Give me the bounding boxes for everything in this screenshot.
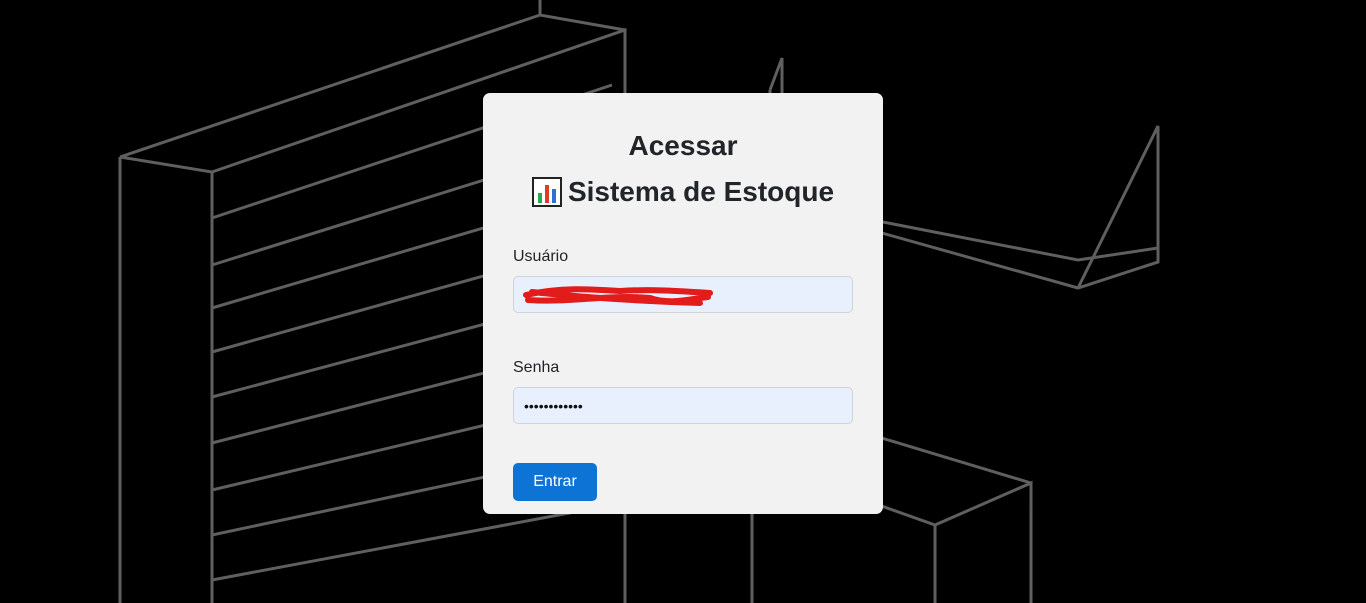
username-label: Usuário bbox=[513, 248, 569, 265]
system-title-text: Sistema de Estoque bbox=[567, 176, 835, 207]
login-card: Acessar Sistema de Estoque Usuário Senha… bbox=[483, 93, 883, 514]
username-input[interactable] bbox=[514, 277, 852, 312]
system-title: Sistema de Estoque bbox=[513, 176, 853, 208]
bar-chart-icon bbox=[531, 177, 562, 207]
password-label: Senha bbox=[513, 359, 560, 376]
password-field[interactable] bbox=[513, 387, 853, 424]
login-title: Acessar bbox=[628, 130, 738, 161]
username-field[interactable] bbox=[513, 276, 853, 313]
login-button[interactable]: Entrar bbox=[513, 463, 597, 501]
password-input[interactable] bbox=[514, 388, 852, 423]
